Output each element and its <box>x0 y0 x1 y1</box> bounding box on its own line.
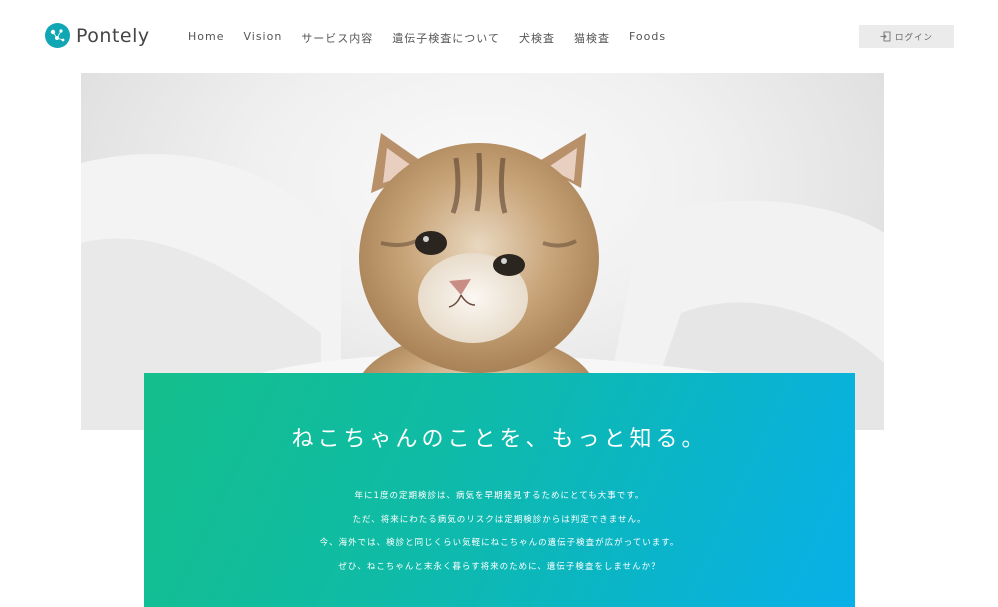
nav-genetic-testing[interactable]: 遺伝子検査について <box>392 30 500 46</box>
intro-line: ただ、将来にわたる病気のリスクは定期検診からは判定できません。 <box>352 514 647 525</box>
nav-vision[interactable]: Vision <box>243 30 282 46</box>
nav-home[interactable]: Home <box>188 30 224 46</box>
nav-cat-testing[interactable]: 猫検査 <box>574 30 610 46</box>
nav-foods[interactable]: Foods <box>629 30 666 46</box>
logo-text: Pontely <box>76 24 150 47</box>
main-nav: Home Vision サービス内容 遺伝子検査について 犬検査 猫検査 Foo… <box>188 30 685 46</box>
login-button[interactable]: ログイン <box>859 25 954 48</box>
login-label: ログイン <box>894 32 933 43</box>
intro-line: 今、海外では、検診と同じくらい気軽にねこちゃんの遺伝子検査が広がっています。 <box>319 538 680 548</box>
intro-line: 年に1度の定期検診は、病気を早期発見するためにとても大事です。 <box>354 491 645 501</box>
intro-line: ぜひ、ねこちゃんと末永く暮らす将来のために、遺伝子検査をしませんか？ <box>338 561 661 572</box>
intro-title: ねこちゃんのことを、もっと知る。 <box>291 427 708 452</box>
logo-mark-icon <box>45 23 70 48</box>
nav-dog-testing[interactable]: 犬検査 <box>519 30 555 46</box>
intro-text: 年に1度の定期検診は、病気を早期発見するためにとても大事です。 ただ、将来にわた… <box>144 485 855 579</box>
logo[interactable]: Pontely <box>45 23 150 48</box>
site-header: Pontely Home Vision サービス内容 遺伝子検査について 犬検査… <box>0 0 998 72</box>
login-icon <box>880 31 891 42</box>
nav-services[interactable]: サービス内容 <box>301 30 373 46</box>
intro-panel: ねこちゃんのことを、もっと知る。 年に1度の定期検診は、病気を早期発見するために… <box>144 373 855 607</box>
